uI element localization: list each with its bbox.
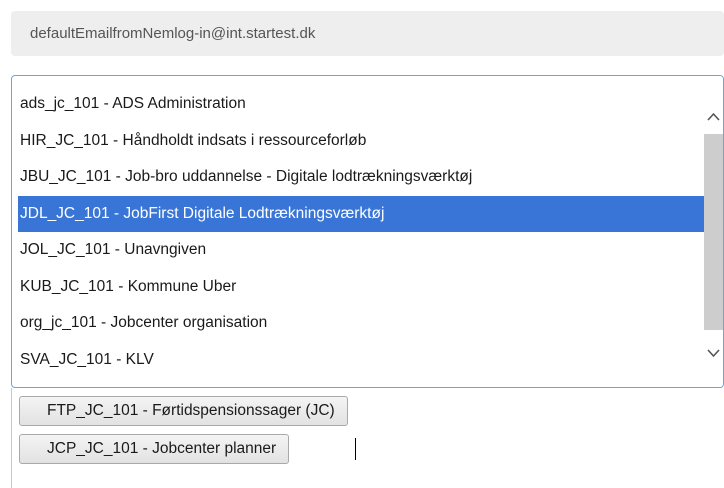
chip-label: JCP_JC_101 - Jobcenter planner (47, 440, 277, 457)
list-item[interactable]: JBU_JC_101 - Job-bro uddannelse - Digita… (12, 159, 706, 196)
role-list: ads_jc_101 - ADS Administration HIR_JC_1… (12, 86, 706, 378)
list-item[interactable]: org_jc_101 - Jobcenter organisation (12, 305, 706, 342)
text-cursor[interactable] (355, 438, 356, 460)
list-item[interactable]: KUB_JC_101 - Kommune Uber (12, 269, 706, 306)
list-item[interactable]: SVA_JC_101 - KLV (12, 342, 706, 379)
selected-role-chip[interactable]: FTP_JC_101 - Førtidspensionssager (JC) (19, 396, 348, 426)
scrollbar-thumb[interactable] (704, 134, 723, 330)
list-item[interactable]: HIR_JC_101 - Håndholdt indsats i ressour… (12, 123, 706, 160)
email-field[interactable]: defaultEmailfromNemlog-in@int.startest.d… (11, 11, 724, 56)
selected-role-chip[interactable]: JCP_JC_101 - Jobcenter planner (19, 434, 290, 464)
chip-area-border (11, 388, 12, 488)
list-item[interactable]: ads_jc_101 - ADS Administration (12, 86, 706, 123)
chevron-down-icon[interactable] (704, 343, 723, 363)
chevron-up-icon[interactable] (704, 106, 723, 126)
chip-label: FTP_JC_101 - Førtidspensionssager (JC) (47, 402, 335, 419)
list-item[interactable]: JOL_JC_101 - Unavngiven (12, 232, 706, 269)
email-value: defaultEmailfromNemlog-in@int.startest.d… (30, 25, 316, 42)
vertical-scrollbar[interactable] (704, 76, 723, 387)
role-listbox[interactable]: ads_jc_101 - ADS Administration HIR_JC_1… (11, 75, 724, 388)
list-item-selected[interactable]: JDL_JC_101 - JobFirst Digitale Lodtrækni… (18, 195, 706, 232)
